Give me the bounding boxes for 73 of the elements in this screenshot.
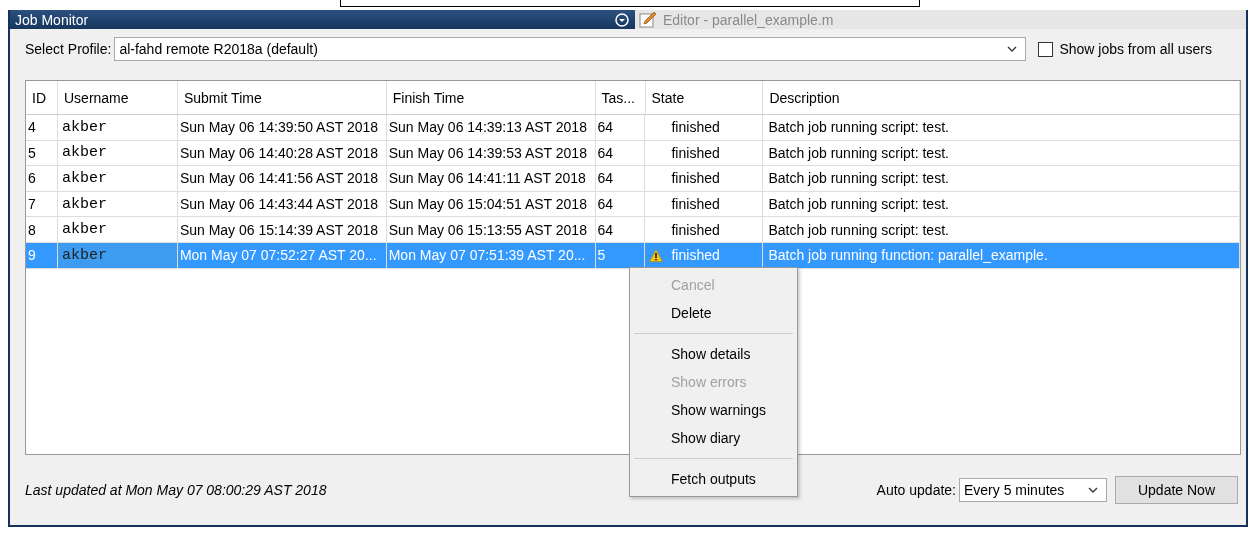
table-cell: Sun May 06 15:14:39 AST 2018 [179, 221, 379, 238]
table-cell: Batch job running script: test. [768, 170, 949, 187]
table-cell: Batch job running function: parallel_example. [768, 247, 1048, 264]
status-text: Last updated at Mon May 07 08:00:29 AST 2018 [25, 482, 327, 498]
table-cell: Mon May 07 07:51:39 AST 20... [388, 247, 586, 264]
table-cell: 64 [597, 119, 614, 136]
auto-update-dropdown[interactable]: Every 5 minutes [959, 478, 1107, 502]
table-cell: akber [61, 118, 107, 136]
column-header[interactable]: Username [58, 81, 178, 114]
menu-item[interactable]: Show diary [630, 424, 797, 452]
table-row[interactable]: 4 akber Sun May 06 14:39:50 AST 2018 Sun May 06 14:39:13 AST 2018 64 finished Batch job running script: test. [26, 115, 1240, 141]
table-cell: 64 [597, 221, 614, 238]
menu-item[interactable]: Fetch outputs [630, 465, 797, 493]
chevron-icon [1088, 487, 1098, 493]
column-header[interactable]: Finish Time [386, 81, 596, 114]
table-cell: 7 [28, 196, 36, 213]
column-header[interactable]: ID [26, 81, 58, 114]
menu-item[interactable]: Show warnings [630, 396, 797, 424]
profile-dropdown[interactable]: al-fahd remote R2018a (default) [114, 37, 1027, 61]
table-cell: Sun May 06 15:04:51 AST 2018 [388, 196, 587, 213]
table-cell: Sun May 06 14:40:28 AST 2018 [179, 144, 379, 161]
table-cell: finished [671, 119, 720, 136]
table-row[interactable]: 7 akber Sun May 06 14:43:44 AST 2018 Sun May 06 15:04:51 AST 2018 64 finished Batch job running script: test. [26, 191, 1240, 218]
checkbox-label: Show jobs from all users [1059, 41, 1212, 57]
column-header[interactable]: Tas... [595, 81, 646, 114]
column-header[interactable]: State [645, 81, 764, 114]
table-cell: 5 [597, 247, 606, 264]
dropdown-icon[interactable] [615, 12, 629, 27]
table-cell: Sun May 06 14:41:56 AST 2018 [179, 170, 379, 187]
table-cell: Sun May 06 14:39:50 AST 2018 [179, 119, 379, 136]
table-cell: finished [671, 144, 720, 161]
table-cell: 4 [28, 119, 36, 136]
table-cell: Sun May 06 14:39:53 AST 2018 [388, 144, 587, 161]
update-now-button[interactable]: Update Now [1115, 476, 1238, 504]
table-cell: akber [61, 144, 107, 162]
table-cell: Mon May 07 07:52:27 AST 20... [179, 247, 377, 264]
table-cell: 64 [597, 144, 614, 161]
auto-update-label: Auto update: [876, 482, 956, 498]
table-cell: 64 [597, 196, 614, 213]
table-cell: 64 [597, 170, 614, 187]
table-cell: akber [61, 195, 107, 213]
table-row[interactable]: 8 akber Sun May 06 15:14:39 AST 2018 Sun May 06 15:13:55 AST 2018 64 finished Batch job running script: test. [26, 217, 1240, 243]
table-row[interactable]: 9 akber Mon May 07 07:52:27 AST 20... Mon May 07 07:51:39 AST 20... 5 finished Batch job running function: parallel_example. [26, 242, 1240, 269]
table-cell: akber [61, 170, 107, 187]
table-cell: finished [671, 221, 720, 238]
table-row[interactable]: 6 akber Sun May 06 14:41:56 AST 2018 Sun May 06 14:41:11 AST 2018 64 finished Batch job running script: test. [26, 166, 1240, 192]
table-cell: Sun May 06 14:43:44 AST 2018 [179, 196, 379, 213]
checkbox[interactable] [1038, 41, 1054, 57]
table-cell: Batch job running script: test. [768, 119, 949, 136]
table-cell: Batch job running script: test. [768, 221, 949, 238]
table-cell: akber [61, 246, 107, 264]
table-cell: akber [61, 221, 107, 239]
pencil-icon [639, 10, 657, 29]
column-header[interactable]: Description [763, 81, 1240, 114]
table-cell: 5 [28, 144, 36, 161]
chevron-icon [1007, 46, 1018, 52]
window-title: Job Monitor [14, 11, 90, 28]
table-cell: 8 [28, 221, 36, 238]
table-cell: 6 [28, 170, 36, 187]
table-row[interactable]: 5 akber Sun May 06 14:40:28 AST 2018 Sun May 06 14:39:53 AST 2018 64 finished Batch job running script: test. [26, 140, 1240, 167]
table-cell: Sun May 06 14:41:11 AST 2018 [388, 170, 586, 187]
table-cell: Batch job running script: test. [768, 196, 949, 213]
column-header[interactable]: Submit Time [177, 81, 387, 114]
table-cell: Batch job running script: test. [768, 144, 949, 161]
menu-item[interactable]: Delete [630, 299, 797, 327]
profile-label: Select Profile: [25, 41, 112, 57]
table-cell: finished [671, 196, 720, 213]
table-cell: 9 [28, 247, 36, 264]
menu-item[interactable]: Show details [630, 340, 797, 368]
table-cell: Sun May 06 14:39:13 AST 2018 [388, 119, 587, 136]
table-cell: Sun May 06 15:13:55 AST 2018 [388, 221, 587, 238]
table-cell: finished [671, 170, 720, 187]
table-cell: finished [671, 247, 720, 264]
